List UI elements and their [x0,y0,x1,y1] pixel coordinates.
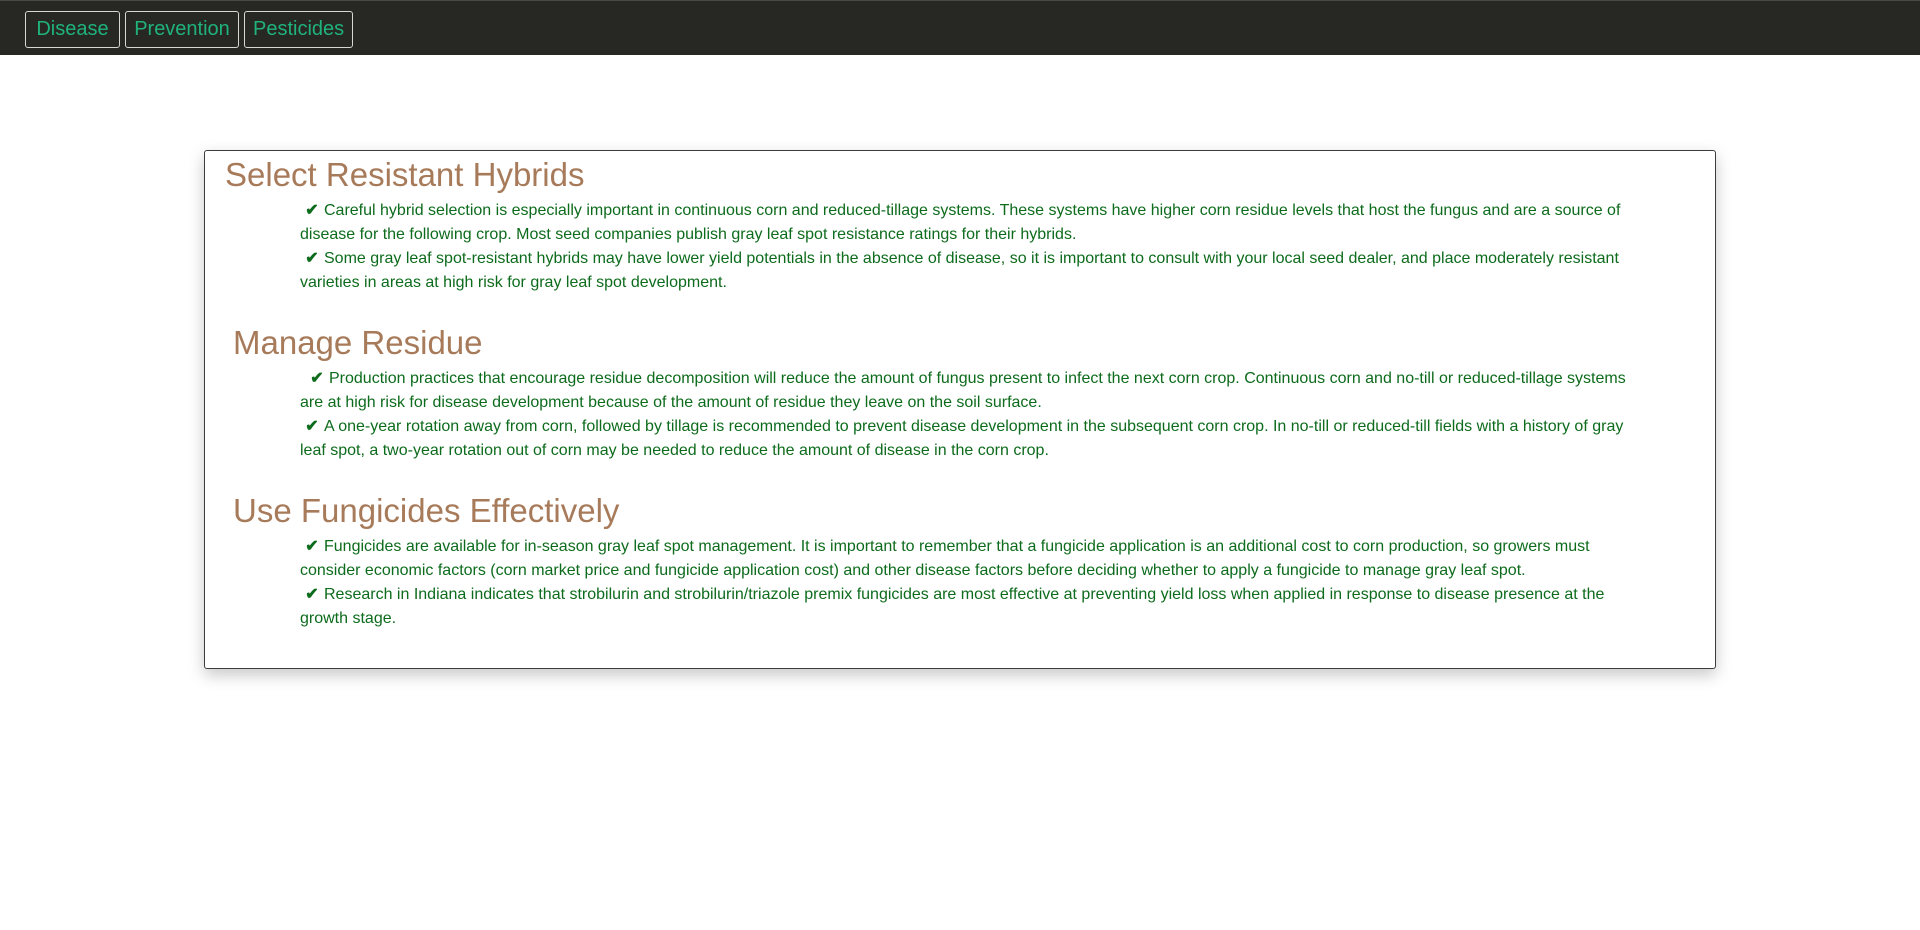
bullet-text: A one-year rotation away from corn, foll… [300,418,1624,459]
bullet-list-manage-residue: ✔ Production practices that encourage res… [300,367,1630,463]
nav-prevention-button[interactable]: Prevention [125,11,239,48]
section-title-use-fungicides: Use Fungicides Effectively [233,492,620,529]
list-item: ✔ Careful hybrid selection is especially … [300,199,1630,247]
check-icon: ✔ [305,202,319,219]
section-title-resistant-hybrids: Select Resistant Hybrids [225,156,585,193]
nav-pesticides-button[interactable]: Pesticides [244,11,353,48]
top-nav-bar: Disease Prevention Pesticides [0,0,1920,55]
list-item: ✔ Fungicides are available for in-season … [300,535,1630,583]
check-icon: ✔ [305,538,319,555]
bullet-list-use-fungicides: ✔ Fungicides are available for in-season … [300,535,1630,631]
bullet-list-resistant-hybrids: ✔ Careful hybrid selection is especially … [300,199,1630,295]
bullet-text: Research in Indiana indicates that strob… [300,586,1605,627]
check-icon: ✔ [305,586,319,603]
bullet-text: Careful hybrid selection is especially i… [300,202,1621,243]
section-title-manage-residue: Manage Residue [233,324,483,361]
list-item: ✔ A one-year rotation away from corn, fol… [300,415,1630,463]
bullet-text: Fungicides are available for in-season g… [300,538,1590,579]
list-item: ✔ Research in Indiana indicates that stro… [300,583,1630,631]
check-icon: ✔ [305,418,319,435]
bullet-text: Some gray leaf spot-resistant hybrids ma… [300,250,1619,291]
nav-disease-button[interactable]: Disease [25,11,120,48]
check-icon: ✔ [305,250,319,267]
list-item: ✔ Production practices that encourage res… [300,367,1630,415]
prevention-card: Select Resistant Hybrids ✔ Careful hybrid… [204,150,1716,669]
list-item: ✔ Some gray leaf spot-resistant hybrids m… [300,247,1630,295]
bullet-text: Production practices that encourage resi… [300,370,1626,411]
check-icon: ✔ [310,370,324,387]
